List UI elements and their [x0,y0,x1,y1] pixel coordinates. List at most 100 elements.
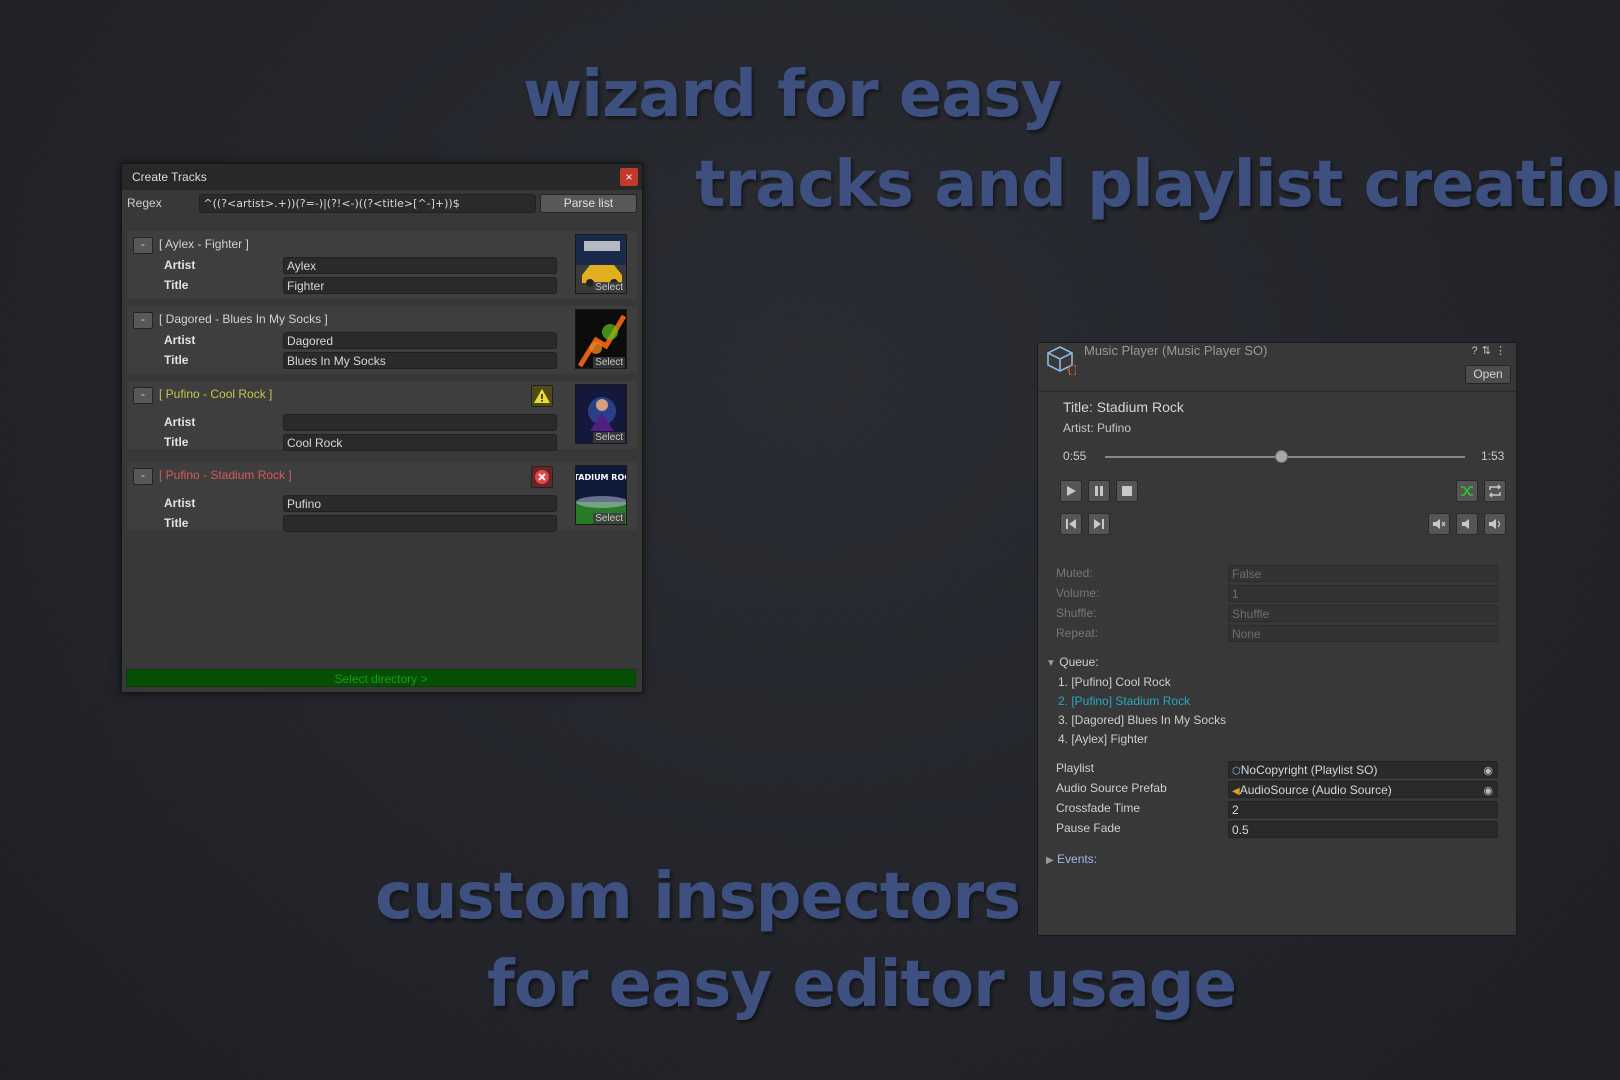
pause-fade-label: Pause Fade [1056,821,1121,835]
more-options-icon[interactable]: ⋮ [1495,345,1510,357]
triangle-down-icon: ▼ [1046,658,1056,669]
shuffle-button[interactable] [1456,480,1478,502]
volume-label: Volume: [1056,586,1100,600]
title-label: Title [164,353,189,367]
shuffle-value: Shuffle [1228,605,1498,622]
artist-label: Artist [164,333,196,347]
open-button[interactable]: Open [1465,365,1511,384]
repeat-button[interactable] [1484,480,1506,502]
volume-up-button[interactable] [1484,513,1506,535]
playlist-field[interactable]: ⬡NoCopyright (Playlist SO) ◉ [1228,761,1498,778]
play-button[interactable] [1060,480,1082,502]
album-cover[interactable]: Select [575,309,627,369]
events-foldout[interactable]: ▶ Events: [1046,852,1097,866]
queue-foldout[interactable]: ▼ Queue: [1046,655,1099,669]
help-icon[interactable]: ? [1472,345,1482,357]
play-icon [1067,486,1076,496]
title-field[interactable]: Blues In My Socks [283,352,557,369]
artist-label: Artist [164,496,196,510]
volume-down-icon [1462,519,1469,529]
regex-label: Regex [127,196,162,210]
title-field[interactable]: Fighter [283,277,557,294]
artist-field[interactable] [283,414,557,431]
object-picker-icon[interactable]: ◉ [1483,763,1493,780]
repeat-label: Repeat: [1056,626,1099,640]
progress-knob[interactable] [1275,450,1289,463]
track-name: [ Dagored - Blues In My Socks ] [159,312,328,326]
select-directory-button[interactable]: Select directory > [126,669,636,687]
pause-fade-field[interactable]: 0.5 [1228,821,1498,838]
stop-button[interactable] [1116,480,1138,502]
title-label: Title [164,278,189,292]
crossfade-time-label: Crossfade Time [1056,801,1141,815]
track-entry: - [ Dagored - Blues In My Socks ] Artist… [127,306,637,374]
artist-label: Artist [164,415,196,429]
inspector-header: {} Music Player (Music Player SO) ?⇅⋮ Op… [1038,343,1516,392]
now-playing-title: Title: Stadium Rock [1063,399,1184,415]
artist-label: Artist [164,258,196,272]
scriptable-object-icon: {} [1047,346,1076,375]
muted-label: Muted: [1056,566,1093,580]
album-cover[interactable]: STADIUM ROCK Select [575,465,627,525]
headline-editor-usage: for easy editor usage [487,948,1237,1022]
artist-field[interactable]: Dagored [283,332,557,349]
previous-icon [1066,519,1076,529]
track-entry: - [ Pufino - Stadium Rock ] Artist Pufin… [127,462,637,532]
window-titlebar[interactable]: Create Tracks × [122,164,642,190]
playlist-asset-icon: ⬡ [1232,766,1241,777]
object-picker-icon[interactable]: ◉ [1483,783,1493,800]
regex-row: Regex ^((?<artist>.+))(?=-)|(?!<-)((?<ti… [122,192,642,214]
queue-item-active[interactable]: 2. [Pufino] Stadium Rock [1058,694,1190,708]
audio-source-prefab-label: Audio Source Prefab [1056,781,1167,795]
next-icon [1094,519,1104,529]
remove-track-button[interactable]: - [133,237,153,254]
regex-input[interactable]: ^((?<artist>.+))(?=-)|(?!<-)((?<title>[^… [199,193,536,213]
track-name: [ Aylex - Fighter ] [159,237,249,251]
album-cover[interactable]: Select [575,384,627,444]
select-cover-label: Select [593,432,625,443]
artist-field[interactable]: Pufino [283,495,557,512]
audio-source-prefab-field[interactable]: ◀AudioSource (Audio Source) ◉ [1228,781,1498,798]
previous-button[interactable] [1060,513,1082,535]
track-name-warning: [ Pufino - Cool Rock ] [159,387,273,401]
playlist-value: NoCopyright (Playlist SO) [1240,763,1378,777]
settings-icon[interactable]: ⇅ [1482,345,1495,357]
queue-label: Queue: [1059,655,1099,669]
stop-icon [1122,486,1132,496]
headline-tracks-playlist: tracks and playlist creation [695,148,1620,222]
music-player-inspector: {} Music Player (Music Player SO) ?⇅⋮ Op… [1037,342,1517,936]
close-icon[interactable]: × [620,168,638,186]
pause-button[interactable] [1088,480,1110,502]
queue-item[interactable]: 4. [Aylex] Fighter [1058,732,1148,746]
artist-field[interactable]: Aylex [283,257,557,274]
audio-source-value: AudioSource (Audio Source) [1239,783,1392,797]
cover-stadium-text: STADIUM ROCK [576,473,627,482]
queue-item[interactable]: 3. [Dagored] Blues In My Socks [1058,713,1226,727]
playlist-label: Playlist [1056,761,1095,775]
repeat-icon [1489,484,1501,498]
window-title: Create Tracks [132,170,207,184]
queue-item[interactable]: 1. [Pufino] Cool Rock [1058,675,1171,689]
mute-button[interactable] [1428,513,1450,535]
total-time: 1:53 [1481,449,1505,463]
track-name-error: [ Pufino - Stadium Rock ] [159,468,292,482]
title-label: Title [164,435,189,449]
crossfade-time-field[interactable]: 2 [1228,801,1498,818]
remove-track-button[interactable]: - [133,387,153,404]
title-field[interactable] [283,515,557,532]
select-cover-label: Select [593,357,625,368]
title-field[interactable]: Cool Rock [283,434,557,451]
pause-icon [1095,486,1103,496]
parse-list-button[interactable]: Parse list [539,193,637,213]
volume-down-button[interactable] [1456,513,1478,535]
volume-value: 1 [1228,585,1498,602]
triangle-right-icon: ▶ [1046,855,1054,866]
album-cover[interactable]: Select [575,234,627,294]
audio-source-icon: ◀ [1232,786,1240,797]
events-label: Events: [1057,852,1098,866]
track-entry: - [ Aylex - Fighter ] Artist Aylex Title… [127,231,637,299]
remove-track-button[interactable]: - [133,468,153,485]
remove-track-button[interactable]: - [133,312,153,329]
muted-value: False [1228,565,1498,582]
next-button[interactable] [1088,513,1110,535]
